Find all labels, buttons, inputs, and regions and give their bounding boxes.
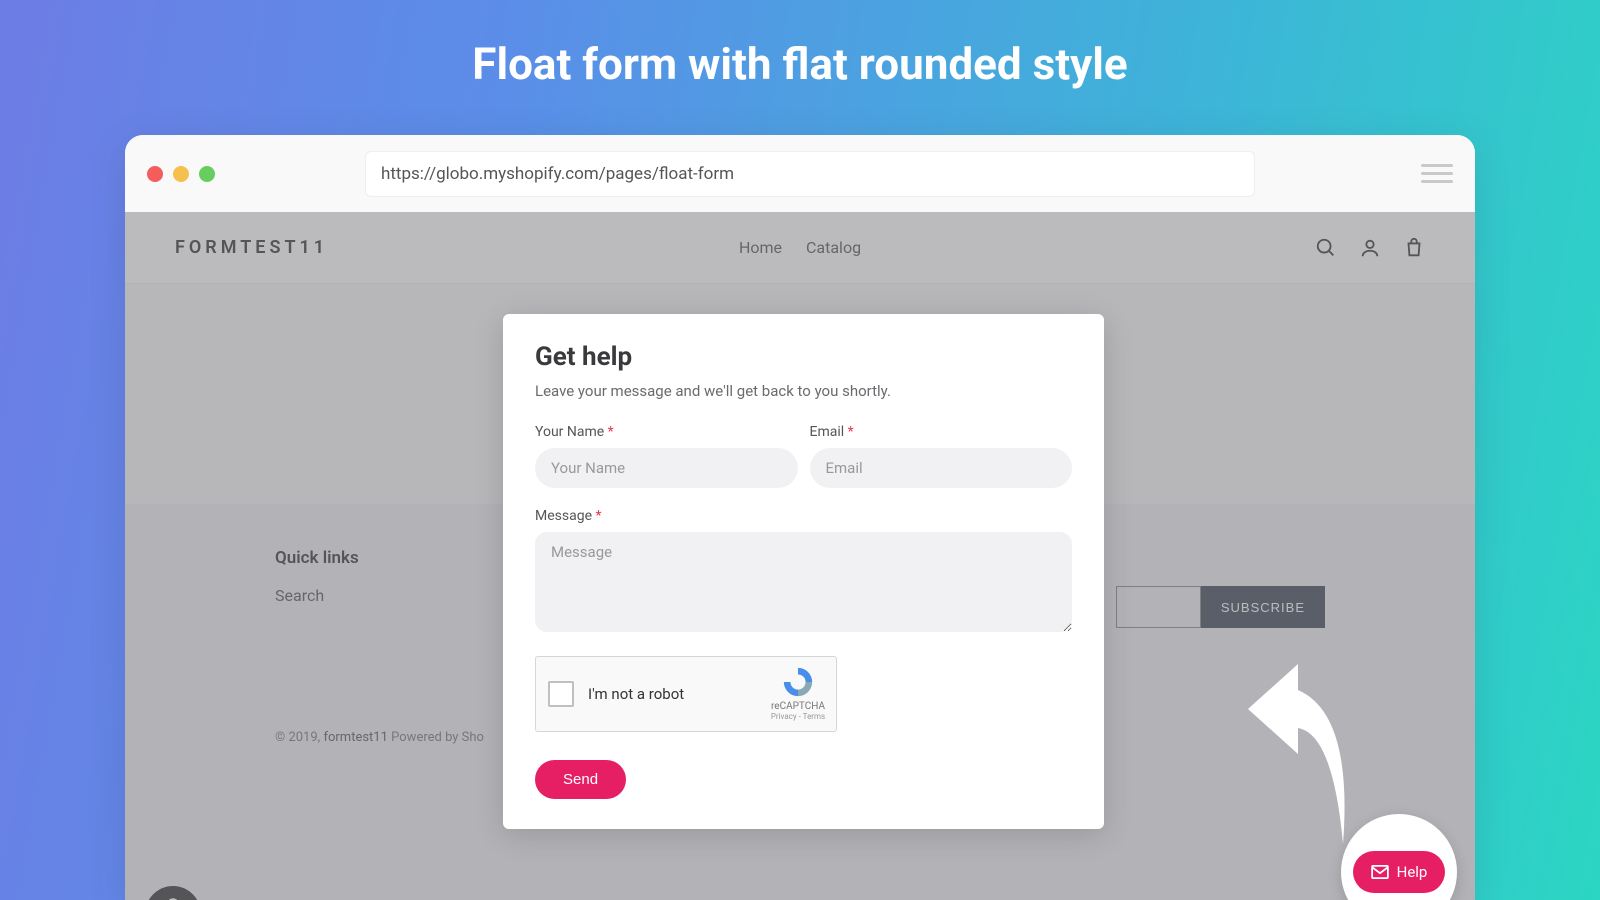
mail-icon: [1371, 865, 1389, 879]
form-subtitle: Leave your message and we'll get back to…: [535, 382, 1072, 400]
close-window-icon[interactable]: [147, 166, 163, 182]
send-button[interactable]: Send: [535, 760, 626, 799]
site-viewport: FORMTEST11 Home Catalog This is a demo p…: [125, 212, 1475, 900]
form-heading: Get help: [535, 342, 1072, 372]
email-field: Email *: [810, 424, 1073, 488]
window-controls: [147, 166, 215, 182]
recaptcha-widget: I'm not a robot reCAPTCHA Privacy - Term…: [535, 656, 837, 732]
message-textarea[interactable]: [535, 532, 1072, 632]
email-input[interactable]: [810, 448, 1073, 488]
url-bar[interactable]: https://globo.myshopify.com/pages/float-…: [365, 151, 1255, 197]
browser-chrome: https://globo.myshopify.com/pages/float-…: [125, 135, 1475, 212]
message-field: Message *: [535, 508, 1072, 636]
browser-window: https://globo.myshopify.com/pages/float-…: [125, 135, 1475, 900]
float-form-modal: Get help Leave your message and we'll ge…: [503, 314, 1104, 829]
required-asterisk: *: [608, 424, 614, 440]
required-asterisk: *: [595, 508, 601, 524]
name-label: Your Name *: [535, 424, 798, 440]
message-label: Message *: [535, 508, 1072, 524]
name-field: Your Name *: [535, 424, 798, 488]
minimize-window-icon[interactable]: [173, 166, 189, 182]
required-asterisk: *: [848, 424, 854, 440]
recaptcha-checkbox[interactable]: [548, 681, 574, 707]
email-label: Email *: [810, 424, 1073, 440]
page-heading: Float form with flat rounded style: [0, 0, 1600, 90]
recaptcha-badge: reCAPTCHA Privacy - Terms: [770, 665, 826, 721]
help-label: Help: [1397, 863, 1428, 881]
recaptcha-logo-icon: [781, 665, 815, 699]
pointer-arrow-icon: [1203, 664, 1363, 854]
recaptcha-brand: reCAPTCHA: [770, 701, 826, 712]
maximize-window-icon[interactable]: [199, 166, 215, 182]
recaptcha-terms[interactable]: Privacy - Terms: [770, 712, 826, 721]
recaptcha-label: I'm not a robot: [588, 685, 684, 703]
help-pill[interactable]: Help: [1353, 851, 1446, 893]
hamburger-menu-icon[interactable]: [1421, 164, 1453, 183]
name-input[interactable]: [535, 448, 798, 488]
